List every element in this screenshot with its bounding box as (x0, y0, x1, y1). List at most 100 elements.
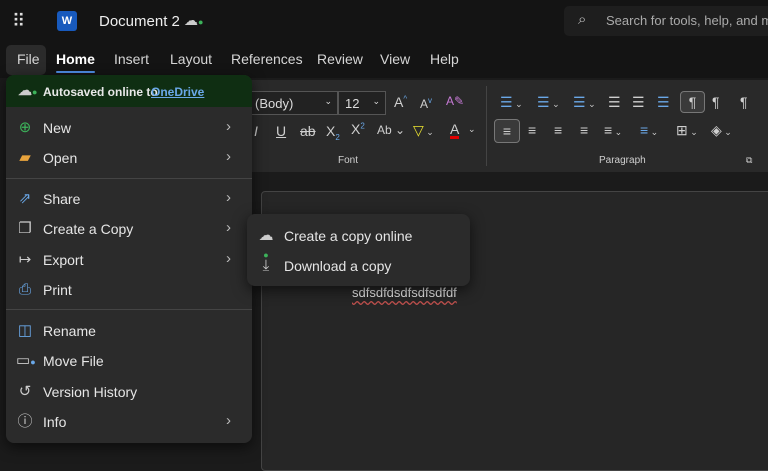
info-icon: ⓘ (17, 413, 33, 430)
chevron-right-icon: › (226, 412, 231, 429)
font-name-value: (Body) (255, 96, 294, 111)
menu-item-print[interactable]: ⎙ Print (6, 275, 252, 305)
menu-item-label: Export (43, 252, 84, 268)
tab-review[interactable]: Review (317, 51, 363, 67)
list-indent-icon[interactable]: ≡ ⌄ (640, 122, 658, 138)
shading-icon[interactable]: ◈ ⌄ (711, 122, 732, 139)
superscript-icon[interactable]: X2 (351, 121, 365, 137)
rename-icon: ◫ (17, 322, 33, 339)
menu-item-open[interactable]: ▰ Open › (6, 143, 252, 173)
menu-item-label: Create a Copy (43, 221, 134, 237)
menu-item-label: Open (43, 150, 78, 166)
menu-item-move-file[interactable]: ▭● Move File (6, 346, 252, 376)
menu-item-label: Info (43, 414, 67, 430)
chevron-right-icon: › (226, 148, 231, 165)
autosave-text: Autosaved online to (43, 85, 158, 99)
highlight-icon[interactable]: ▽ ⌄ (413, 122, 434, 139)
document-title[interactable]: Document 2 (99, 13, 180, 30)
tab-insert[interactable]: Insert (114, 51, 149, 67)
align-right-icon[interactable]: ≡ (554, 122, 562, 138)
document-text[interactable]: sdfsdfdsdfsdfsdfdf (352, 285, 457, 300)
line-spacing-icon[interactable]: ≡ ⌄ (604, 122, 622, 138)
ltr-paragraph-icon[interactable]: ¶ (712, 94, 720, 110)
menu-item-label: Version History (43, 384, 138, 400)
menu-item-label: New (43, 120, 72, 136)
bullets-icon[interactable]: ☰ ⌄ (500, 94, 523, 111)
increase-indent-icon[interactable]: ☰ (657, 94, 670, 111)
shrink-font-icon[interactable]: Av (420, 96, 432, 111)
borders-icon[interactable]: ⊞ ⌄ (676, 122, 698, 139)
share-icon: ⇗ (18, 190, 32, 207)
search-box[interactable]: ⌕ Search for tools, help, and m (564, 6, 768, 36)
submenu-item-label: Create a copy online (284, 228, 413, 244)
onedrive-link[interactable]: OneDrive (151, 85, 204, 99)
menu-item-create-copy[interactable]: ❐ Create a Copy › (6, 214, 252, 244)
export-icon: ↦ (18, 251, 32, 268)
font-size-value: 12 (345, 96, 360, 111)
italic-icon[interactable]: I (254, 123, 258, 139)
folder-open-icon: ▰ (19, 149, 31, 166)
chevron-right-icon: › (226, 189, 231, 206)
menu-item-info[interactable]: ⓘ Info › (6, 407, 252, 437)
align-center-icon[interactable]: ≡ (528, 122, 536, 138)
subscript-icon[interactable]: X2 (326, 123, 340, 142)
cloud-saved-icon[interactable]: ☁● (184, 12, 203, 29)
menu-item-label: Move File (43, 353, 104, 369)
copy-icon: ❐ (18, 220, 32, 237)
tab-file[interactable]: File (17, 51, 40, 67)
submenu-item-create-copy-online[interactable]: ☁● Create a copy online (247, 221, 470, 260)
printer-icon: ⎙ (18, 281, 31, 298)
menu-item-rename[interactable]: ◫ Rename (6, 316, 252, 346)
menu-item-share[interactable]: ⇗ Share › (6, 184, 252, 214)
menu-divider (6, 178, 252, 179)
search-icon: ⌕ (578, 11, 587, 28)
chevron-right-icon: › (226, 250, 231, 267)
clear-formatting-icon[interactable]: A✎ (446, 94, 464, 108)
create-copy-submenu: ☁● Create a copy online ⤓ Download a copy (247, 214, 470, 286)
tab-home[interactable]: Home (56, 51, 95, 73)
font-color-icon[interactable]: A (450, 122, 460, 139)
font-name-dropdown[interactable]: (Body) ⌄ (248, 91, 338, 115)
font-size-dropdown[interactable]: 12 ⌄ (338, 91, 386, 115)
title-bar: ⠿ W Document 2 ☁● ⌕ Search for tools, he… (0, 0, 768, 42)
submenu-item-download-copy[interactable]: ⤓ Download a copy (247, 251, 470, 281)
folder-move-icon: ▭● (16, 352, 36, 369)
align-left-button[interactable]: ≡ (494, 119, 520, 143)
ribbon-tabs: File Home Insert Layout References Revie… (0, 42, 768, 78)
multilevel-list-icon[interactable]: ☰ ⌄ (573, 94, 596, 111)
show-paragraph-marks-button[interactable]: ¶ (680, 91, 705, 113)
justify-icon[interactable]: ≡ (580, 122, 588, 138)
paragraph-settings-launcher-icon[interactable]: ⧉ (746, 155, 752, 166)
menu-item-new[interactable]: ⊕ New › (6, 113, 252, 143)
change-case-icon[interactable]: Ab ⌄ (377, 123, 405, 137)
group-divider (486, 86, 487, 166)
tab-view[interactable]: View (380, 51, 410, 67)
app-launcher-icon[interactable]: ⠿ (12, 11, 25, 32)
menu-item-label: Print (43, 282, 72, 298)
search-placeholder: Search for tools, help, and m (606, 13, 768, 28)
tab-layout[interactable]: Layout (170, 51, 212, 67)
menu-item-export[interactable]: ↦ Export › (6, 245, 252, 275)
chevron-right-icon: › (226, 118, 231, 135)
strikethrough-icon[interactable]: ab (300, 123, 316, 139)
menu-item-label: Rename (43, 323, 96, 339)
menu-item-label: Share (43, 191, 81, 207)
file-menu: ☁● Autosaved online to OneDrive ⊕ New › ▰ O… (6, 75, 252, 443)
menu-divider (6, 309, 252, 310)
tab-references[interactable]: References (231, 51, 303, 67)
checklist-icon[interactable]: ☰ (608, 94, 621, 111)
paragraph-group-label: Paragraph (599, 155, 646, 166)
font-color-dropdown-icon[interactable]: ⌄ (468, 124, 476, 135)
font-group-label: Font (338, 155, 359, 166)
cloud-check-icon: ☁● (18, 82, 38, 98)
underline-icon[interactable]: U (276, 123, 286, 139)
grow-font-icon[interactable]: A^ (394, 94, 407, 110)
tab-help[interactable]: Help (430, 51, 459, 67)
autosave-banner: ☁● Autosaved online to OneDrive (6, 75, 252, 107)
numbering-icon[interactable]: ☰ ⌄ (537, 94, 560, 111)
menu-item-version-history[interactable]: ↺ Version History (6, 377, 252, 407)
decrease-indent-icon[interactable]: ☰ (632, 94, 645, 111)
add-circle-icon: ⊕ (18, 119, 32, 136)
rtl-paragraph-icon[interactable]: ¶ (740, 94, 748, 110)
history-icon: ↺ (18, 383, 32, 400)
